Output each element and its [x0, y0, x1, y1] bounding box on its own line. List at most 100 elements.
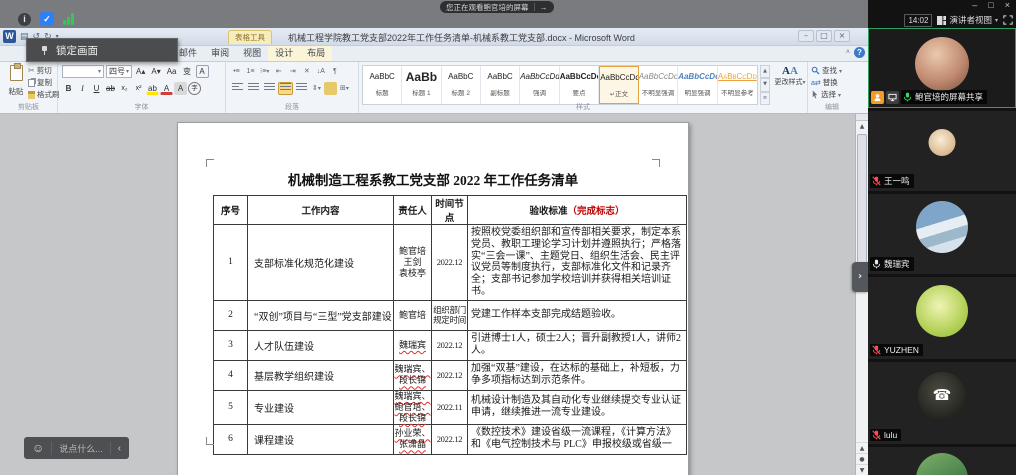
style-subtle-emphasis[interactable]: AaBbCcDd不明显强调 — [639, 66, 679, 104]
select-browse-object-icon[interactable]: ● — [856, 453, 868, 464]
word-close-button[interactable]: × — [834, 30, 850, 42]
sort-icon[interactable]: ↓A — [314, 65, 327, 78]
align-right-icon[interactable] — [262, 82, 277, 95]
style-emphasis[interactable]: AaBbCcDd强调 — [520, 66, 560, 104]
character-shading-icon[interactable]: A — [174, 82, 187, 95]
sidebar-toggle-handle[interactable]: › — [852, 262, 868, 292]
style-intense-emphasis[interactable]: AaBbCcDc明显强调 — [678, 66, 718, 104]
style-heading2[interactable]: AaBbC标题 2 — [442, 66, 481, 104]
bullets-icon[interactable]: •≡ — [230, 65, 243, 78]
select-button[interactable]: 选择 — [811, 89, 842, 100]
bold-icon[interactable]: B — [62, 82, 75, 95]
style-heading1[interactable]: AaBb标题 1 — [402, 66, 441, 104]
view-mode-button[interactable]: 演讲者视图 ▾ — [937, 14, 998, 26]
style-subtitle[interactable]: AaBbC副标题 — [481, 66, 520, 104]
help-icon[interactable]: ? — [854, 47, 865, 58]
word-window: W ▤ ↺ ↻ ▾ 表格工具 机械工程学院教工党支部2022年工作任务清单-机械… — [0, 28, 868, 475]
tab-view[interactable]: 视图 — [236, 46, 268, 61]
italic-icon[interactable]: I — [76, 82, 89, 95]
meeting-minimize-button[interactable]: – — [972, 0, 977, 11]
banner-arrow-icon[interactable]: → — [540, 3, 548, 12]
chat-input[interactable]: 说点什么... — [59, 442, 103, 455]
change-case-icon[interactable]: Aa — [165, 65, 179, 78]
tab-table-design[interactable]: 设计 — [268, 46, 300, 61]
phonetic-guide-icon[interactable]: 变 — [181, 65, 194, 78]
word-minimize-button[interactable]: – — [798, 30, 814, 42]
next-page-icon[interactable]: ▼ — [856, 464, 868, 475]
grow-font-icon[interactable]: A▴ — [134, 65, 147, 78]
meeting-maximize-button[interactable]: □ — [988, 0, 993, 11]
change-styles-button[interactable]: AA 更改样式 — [774, 65, 806, 87]
copy-button[interactable]: 复制 — [28, 77, 60, 88]
subscript-icon[interactable]: x₂ — [118, 82, 131, 95]
table-row: 1 支部标准化规范化建设 鲍官培 王剑 袁枝亭 2022.12 按照校党委组织部… — [214, 225, 687, 301]
word-maximize-button[interactable]: □ — [816, 30, 832, 42]
chat-collapse-icon[interactable]: ‹ — [118, 443, 121, 454]
strikethrough-icon[interactable]: ab — [104, 82, 117, 95]
network-quality-icon[interactable] — [63, 13, 74, 25]
participant-tile[interactable]: 魏瑞宾 — [868, 194, 1016, 274]
tab-review[interactable]: 审阅 — [204, 46, 236, 61]
emoji-icon[interactable]: ☺ — [32, 442, 44, 454]
styles-scroll-up-icon[interactable]: ▲ — [760, 65, 770, 78]
decrease-indent-icon[interactable]: ⇤ — [272, 65, 285, 78]
font-color-icon[interactable]: A — [160, 82, 173, 95]
format-painter-button[interactable]: 格式刷 — [28, 89, 60, 100]
increase-indent-icon[interactable]: ⇥ — [286, 65, 299, 78]
header-no: 序号 — [214, 196, 248, 225]
cut-icon — [28, 66, 35, 75]
align-left-icon[interactable] — [230, 82, 245, 95]
participant-tile-partial[interactable] — [868, 447, 1016, 475]
multilevel-list-icon[interactable]: ⁝≡ — [258, 65, 271, 78]
chat-quick-bar[interactable]: ☺ 说点什么... ‹ — [24, 437, 129, 459]
line-spacing-icon[interactable]: ⇕ — [310, 82, 323, 95]
document-page[interactable]: 机械制造工程系教工党支部 2022 年工作任务清单 序号 工作内容 责任人 时间… — [177, 122, 689, 475]
document-scrollbar[interactable]: ▲ ▲ ● ▼ — [855, 114, 868, 475]
cut-button[interactable]: 剪切 — [28, 65, 60, 76]
scrollbar-thumb[interactable] — [857, 134, 867, 269]
style-strong[interactable]: AaBbCcDc要点 — [560, 66, 600, 104]
scroll-up-icon[interactable]: ▲ — [856, 121, 868, 133]
justify-icon[interactable] — [278, 82, 293, 95]
replace-button[interactable]: a⇄ 替换 — [811, 77, 842, 88]
find-button[interactable]: 查找 — [811, 65, 842, 76]
style-heading[interactable]: AaBbC标题 — [363, 66, 402, 104]
clipboard-group: 粘贴 剪切 复制 格式刷 剪贴板 — [0, 62, 58, 113]
fullscreen-icon[interactable] — [1003, 15, 1013, 25]
meeting-close-button[interactable]: × — [1005, 0, 1010, 11]
paste-label: 粘贴 — [5, 86, 27, 97]
show-marks-icon[interactable]: ¶ — [328, 65, 341, 78]
font-name-combobox[interactable] — [62, 65, 104, 78]
align-center-icon[interactable] — [246, 82, 261, 95]
styles-scroll-down-icon[interactable]: ▼ — [760, 78, 770, 91]
asian-layout-icon[interactable]: ✕ — [300, 65, 313, 78]
shading-icon[interactable] — [324, 82, 337, 95]
borders-icon[interactable]: ⊞ — [338, 82, 351, 95]
meeting-indicators: i ✓ — [18, 12, 74, 26]
paste-button[interactable]: 粘贴 — [5, 65, 27, 97]
previous-page-icon[interactable]: ▲ — [856, 442, 868, 453]
style-subtle-reference[interactable]: AaBbCcDd不明显参考 — [718, 66, 757, 104]
highlight-color-icon[interactable]: ab — [146, 82, 159, 95]
split-handle[interactable] — [856, 114, 868, 121]
numbering-icon[interactable]: 1≡ — [244, 65, 257, 78]
word-app-icon[interactable]: W — [3, 30, 16, 43]
font-size-combobox[interactable]: 四号 — [106, 65, 132, 78]
superscript-icon[interactable]: x² — [132, 82, 145, 95]
participant-tile-screen-share[interactable]: 鲍官培的屏幕共享 — [868, 28, 1016, 108]
participant-tile[interactable]: 王一鸣 — [868, 111, 1016, 191]
character-border-icon[interactable]: A — [196, 65, 209, 78]
participant-tile[interactable]: YUZHEN — [868, 277, 1016, 359]
security-shield-icon[interactable]: ✓ — [40, 12, 54, 26]
table-row: 4 基层教学组织建设 魏瑞宾、 段长锦 2022.12 加强“双基”建设，在达标… — [214, 360, 687, 390]
distribute-icon[interactable] — [294, 82, 309, 95]
tab-table-layout[interactable]: 布局 — [300, 46, 332, 61]
pin-screen-menu[interactable]: 锁定画面 — [26, 38, 178, 62]
shrink-font-icon[interactable]: A▾ — [149, 65, 162, 78]
underline-icon[interactable]: U — [90, 82, 103, 95]
minimize-ribbon-icon[interactable]: ˄ — [846, 49, 850, 56]
info-icon[interactable]: i — [18, 13, 31, 26]
participant-tile[interactable]: ☎ lulu — [868, 362, 1016, 444]
enclose-characters-icon[interactable]: 字 — [188, 82, 201, 95]
style-normal-selected[interactable]: AaBbCcDd正文 — [599, 66, 639, 104]
